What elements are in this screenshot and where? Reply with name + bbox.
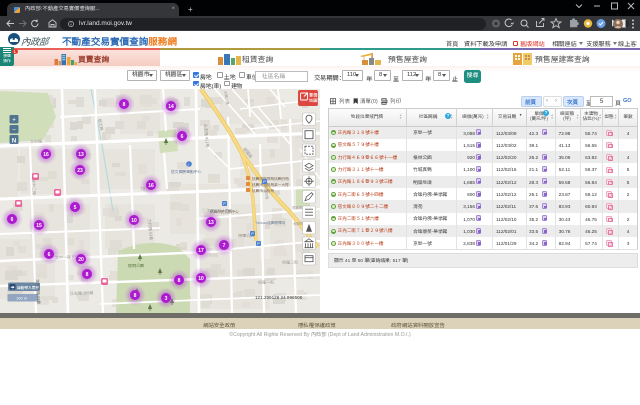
svg-text:8: 8 [86, 272, 89, 278]
svg-text:保羅二街: 保羅二街 [281, 259, 298, 266]
svg-text:陽明公園: 陽明公園 [128, 263, 144, 269]
svg-text:8: 8 [178, 278, 181, 284]
svg-text:P: P [263, 179, 266, 184]
svg-text:16: 16 [43, 152, 49, 158]
svg-text:+: + [12, 117, 16, 124]
svg-text:7: 7 [223, 243, 226, 249]
svg-text:−: − [12, 127, 16, 134]
svg-text:正光路 205巷: 正光路 205巷 [69, 290, 94, 297]
svg-text:桃園市警察局桃園分局: 桃園市警察局桃園分局 [251, 176, 289, 182]
svg-text:6: 6 [48, 252, 51, 258]
svg-text:6: 6 [181, 134, 184, 140]
svg-text:121.299126 24.996500: 121.299126 24.996500 [255, 295, 303, 300]
svg-text:P: P [251, 231, 254, 236]
svg-text:桃園市消防局: 桃園市消防局 [251, 188, 274, 194]
svg-text:P: P [257, 241, 260, 246]
svg-text:17: 17 [198, 248, 204, 254]
svg-text:23: 23 [77, 168, 83, 174]
svg-text:10: 10 [198, 276, 204, 282]
svg-text:20: 20 [78, 257, 84, 263]
svg-text:100 m: 100 m [16, 296, 28, 301]
svg-text:桃園市消防局第一大隊: 桃園市消防局第一大隊 [251, 182, 289, 188]
svg-text:6: 6 [11, 217, 14, 223]
svg-text:保羅一街: 保羅一街 [257, 279, 274, 286]
svg-text:8: 8 [134, 293, 137, 299]
svg-text:3: 3 [165, 296, 168, 302]
svg-text:13: 13 [78, 152, 84, 158]
svg-text:13: 13 [208, 220, 214, 226]
svg-text:5: 5 [74, 205, 77, 211]
svg-text:10: 10 [131, 218, 137, 224]
svg-text:N: N [12, 138, 16, 144]
svg-text:慈文國民運動中心: 慈文國民運動中心 [170, 169, 202, 175]
svg-text:文中二路: 文中二路 [30, 179, 37, 195]
svg-text:14: 14 [168, 104, 174, 110]
svg-text:P: P [223, 201, 226, 206]
svg-text:15: 15 [36, 223, 42, 229]
svg-text:8: 8 [123, 102, 126, 108]
svg-text:文中路: 文中路 [30, 139, 42, 145]
svg-text:16: 16 [148, 183, 154, 189]
svg-text:地圖: 地圖 [308, 98, 317, 104]
svg-text:Taiwan桃園保羅站: Taiwan桃園保羅站 [255, 220, 286, 226]
